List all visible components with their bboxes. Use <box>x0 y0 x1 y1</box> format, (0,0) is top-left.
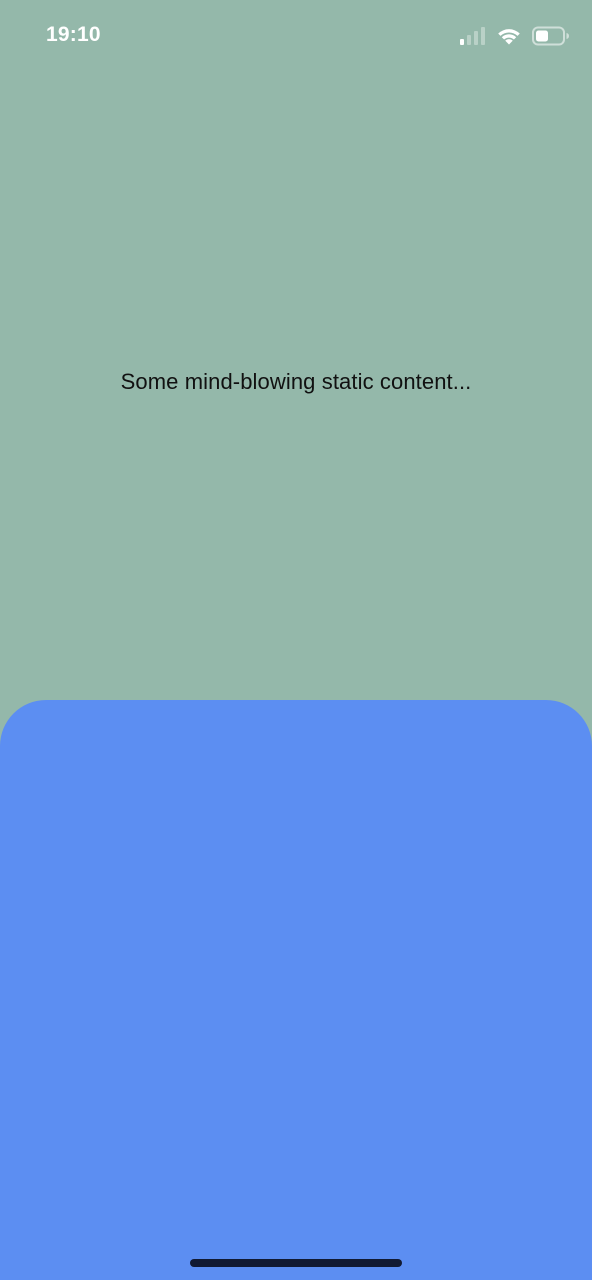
status-time: 19:10 <box>46 23 101 46</box>
bottom-sheet[interactable] <box>0 700 592 1280</box>
home-indicator[interactable] <box>190 1259 402 1267</box>
status-bar: 19:10 <box>0 0 592 76</box>
status-icons <box>460 24 570 48</box>
wifi-icon <box>496 26 522 46</box>
signal-icon <box>460 27 486 45</box>
main-content: Some mind-blowing static content... <box>0 76 592 700</box>
screen: 19:10 Some mind-blowing static content..… <box>0 0 592 1280</box>
static-content-text: Some mind-blowing static content... <box>120 369 472 394</box>
battery-icon <box>532 26 570 46</box>
